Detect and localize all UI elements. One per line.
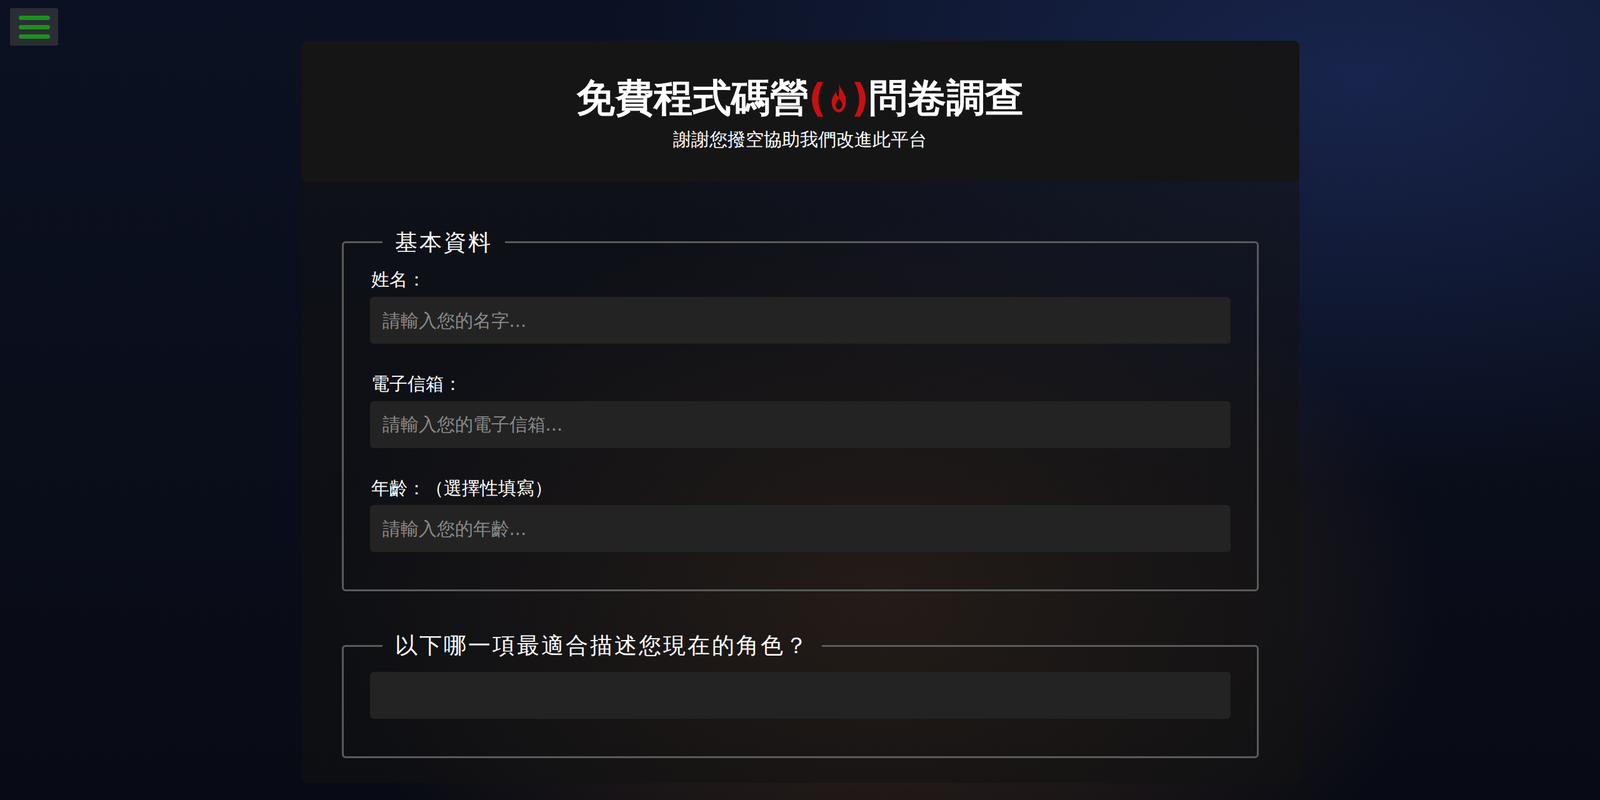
- menu-bar: [18, 34, 50, 39]
- form-field: 姓名：: [370, 268, 1231, 344]
- survey-title: 免費程式碼營()問卷調查: [313, 75, 1287, 122]
- form-field: 年齡：（選擇性填寫）: [370, 476, 1231, 553]
- page: 免費程式碼營()問卷調查謝謝您撥空協助我們改進此平台基本資料姓名： 電子信箱： 年齡…: [0, 0, 1600, 800]
- menu-bar: [18, 15, 50, 20]
- form-field: 電子信箱：: [370, 372, 1231, 449]
- role-select[interactable]: [370, 671, 1231, 719]
- survey-container: 免費程式碼營()問卷調查謝謝您撥空協助我們改進此平台基本資料姓名： 電子信箱： 年齡…: [301, 40, 1300, 784]
- field-label: 年齡：（選擇性填寫）: [370, 476, 1231, 501]
- text-input[interactable]: [370, 505, 1231, 552]
- text-input[interactable]: [370, 296, 1231, 344]
- field-label: 電子信箱：: [370, 372, 1231, 397]
- form-section: 基本資料姓名： 電子信箱： 年齡：（選擇性填寫）: [341, 228, 1259, 592]
- section-legend: 以下哪一項最適合描述您現在的角色？: [382, 631, 822, 659]
- survey-header: 免費程式碼營()問卷調查謝謝您撥空協助我們改進此平台: [301, 40, 1300, 182]
- text-input[interactable]: [370, 401, 1231, 449]
- flame-icon: [826, 81, 852, 115]
- field-label: 姓名：: [370, 268, 1231, 292]
- survey-form: 基本資料姓名： 電子信箱： 年齡：（選擇性填寫） 以下哪一項最適合描述您現在的角色？: [301, 181, 1300, 783]
- form-section: 以下哪一項最適合描述您現在的角色？: [341, 631, 1259, 758]
- menu-bar: [18, 25, 50, 30]
- section-legend: 基本資料: [382, 228, 505, 256]
- form-field: [370, 671, 1231, 719]
- survey-subtitle: 謝謝您撥空協助我們改進此平台: [313, 128, 1287, 151]
- menu-button[interactable]: [10, 8, 59, 46]
